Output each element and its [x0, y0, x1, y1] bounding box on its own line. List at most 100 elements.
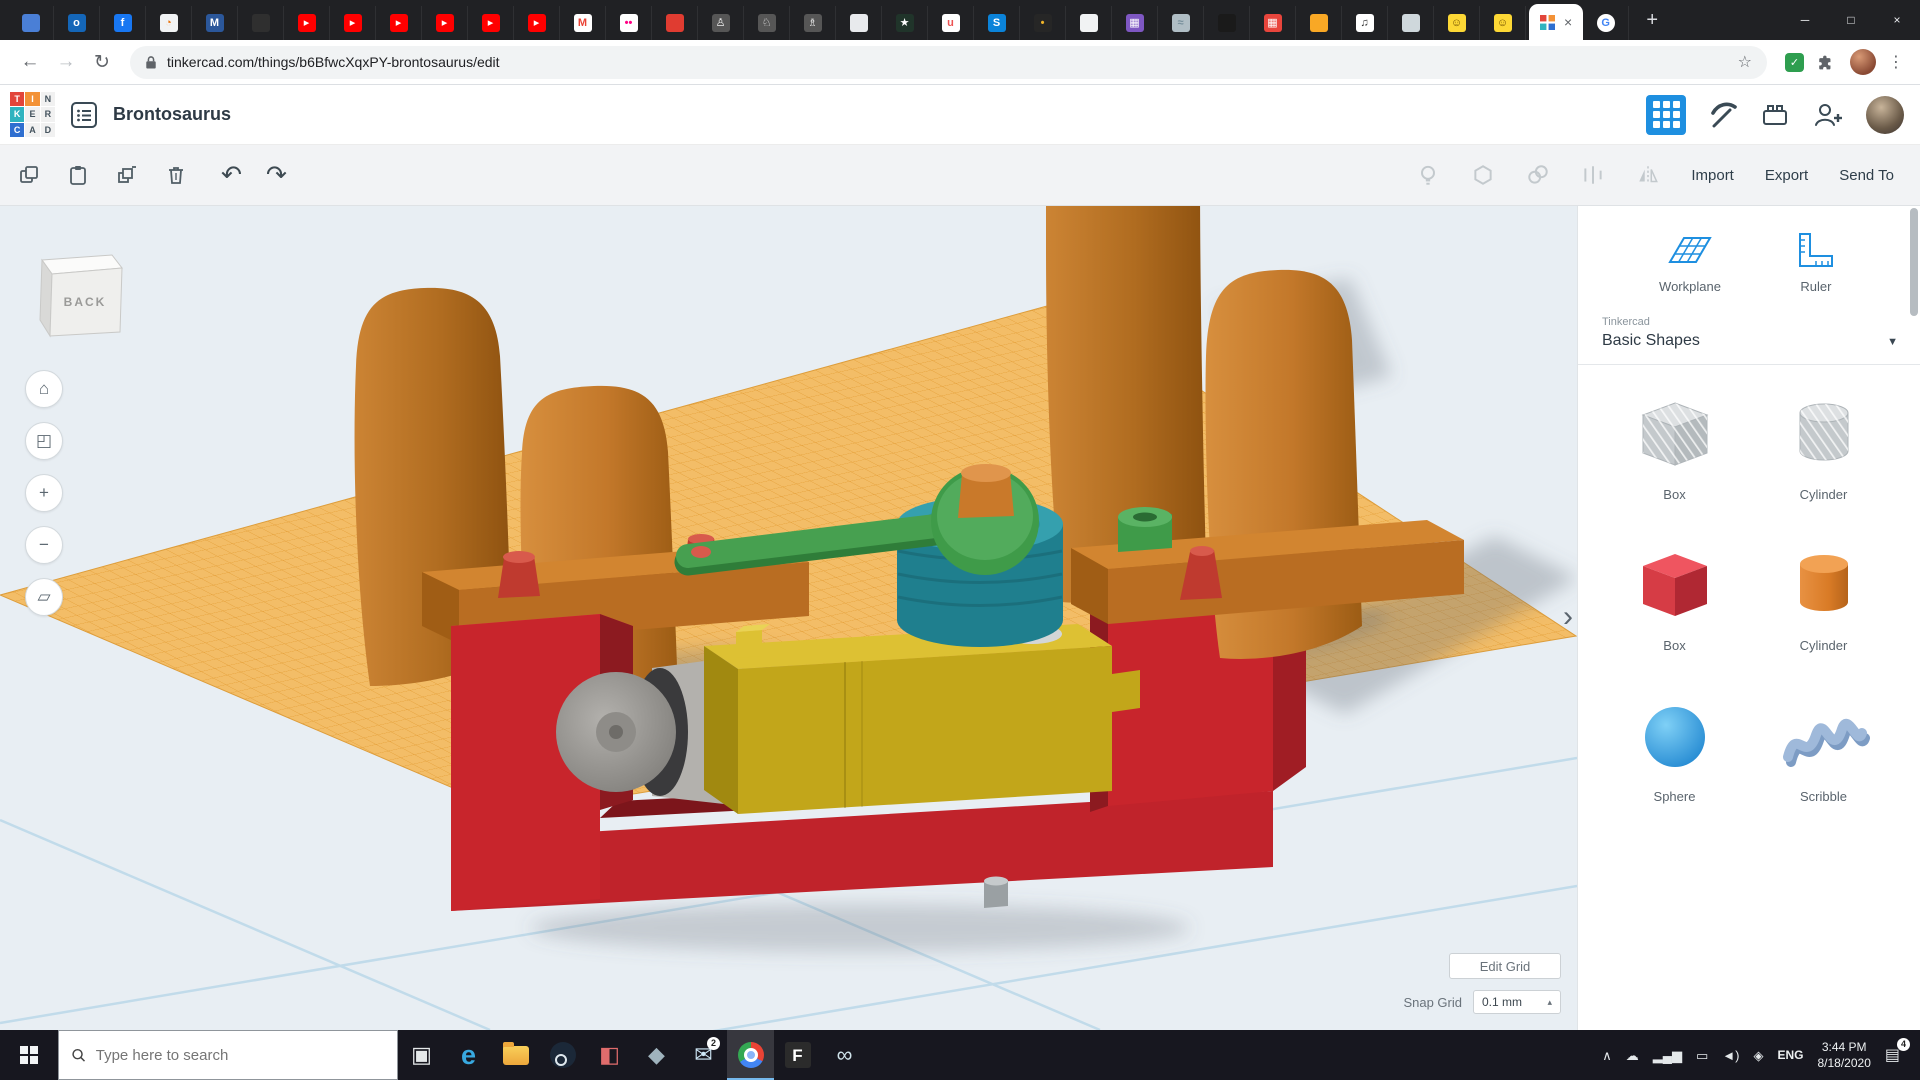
panel-scrollbar[interactable] [1910, 208, 1918, 316]
tray-chevron-icon[interactable]: ∧ [1602, 1049, 1612, 1062]
search-input[interactable] [96, 1047, 385, 1064]
adblock-extension-icon[interactable]: ✓ [1785, 53, 1804, 72]
shape-cylinder-solid[interactable]: Cylinder [1778, 544, 1870, 653]
align-icon[interactable] [1581, 163, 1605, 187]
send-to-button[interactable]: Send To [1839, 167, 1894, 184]
shape-box-hole[interactable]: Box [1629, 393, 1721, 502]
shape-sphere[interactable]: Sphere [1629, 695, 1721, 804]
edit-grid-button[interactable]: Edit Grid [1449, 953, 1561, 979]
fit-view-button[interactable]: ◰ [25, 422, 63, 460]
tab-pin-dot[interactable]: • [1020, 6, 1066, 40]
start-button[interactable] [0, 1030, 58, 1080]
minecraft-pickaxe-icon[interactable] [1708, 100, 1738, 130]
dashboard-grid-button[interactable] [1646, 95, 1686, 135]
tab-pin-dev[interactable] [1204, 6, 1250, 40]
ruler-tool[interactable]: Ruler [1793, 230, 1839, 294]
tab-pin-s[interactable]: S [974, 6, 1020, 40]
view-cube[interactable]: BACK [30, 248, 130, 349]
taskbar-infinity-icon[interactable]: ∞ [821, 1030, 868, 1080]
taskbar-task-view-button[interactable]: ▣ [398, 1030, 445, 1080]
tab-pin-youtube[interactable]: ▸ [330, 6, 376, 40]
design-title[interactable]: Brontosaurus [113, 104, 231, 125]
tinkercad-logo[interactable]: TINKERCAD [10, 92, 55, 137]
home-view-button[interactable]: ⌂ [25, 370, 63, 408]
workplane-tool[interactable]: Workplane [1659, 230, 1721, 294]
taskbar-chrome-icon[interactable] [727, 1030, 774, 1080]
back-button[interactable]: ← [14, 51, 46, 73]
design-menu-button[interactable] [69, 100, 99, 130]
browser-profile-avatar[interactable] [1850, 49, 1876, 75]
tray-color-icon[interactable]: ◈ [1753, 1049, 1763, 1062]
tab-pin-facebook[interactable]: f [100, 6, 146, 40]
user-avatar[interactable] [1866, 96, 1904, 134]
tab-pin-grid-red[interactable]: ▦ [1250, 6, 1296, 40]
tab-pin-app[interactable] [8, 6, 54, 40]
tab-pin-flickr[interactable]: •• [606, 6, 652, 40]
shape-cylinder-hole[interactable]: Cylinder [1778, 393, 1870, 502]
tab-pin-bee[interactable] [1296, 6, 1342, 40]
tray-volume-icon[interactable]: ◄) [1722, 1049, 1739, 1062]
language-indicator[interactable]: ENG [1777, 1048, 1803, 1062]
extensions-puzzle-icon[interactable] [1818, 53, 1836, 72]
tab-pin-udemy[interactable]: u [928, 6, 974, 40]
redo-button[interactable]: ↷ [266, 163, 287, 188]
tab-google[interactable]: G [1583, 6, 1629, 40]
bookmark-star-icon[interactable]: ☆ [1738, 52, 1752, 72]
model-servo-tab[interactable] [1112, 670, 1140, 712]
tab-pin-piano[interactable]: ♫ [1342, 6, 1388, 40]
ortho-view-button[interactable]: ▱ [25, 578, 63, 616]
shape-box-solid[interactable]: Box [1629, 544, 1721, 653]
tab-pin-gray[interactable] [1388, 6, 1434, 40]
tray-battery-icon[interactable]: ▭ [1696, 1049, 1708, 1062]
tray-onedrive-icon[interactable]: ☁ [1626, 1049, 1639, 1062]
paste-icon[interactable] [67, 164, 89, 186]
tab-pin-outlook[interactable]: o [54, 6, 100, 40]
taskbar-edge-icon[interactable]: e [445, 1030, 492, 1080]
tab-pin-clock[interactable]: ◔ [146, 6, 192, 40]
export-button[interactable]: Export [1765, 167, 1808, 184]
show-all-bulb-icon[interactable] [1416, 163, 1440, 187]
taskbar-store-icon[interactable]: ◧ [586, 1030, 633, 1080]
tab-pin-star[interactable]: ★ [882, 6, 928, 40]
shape-library-dropdown[interactable]: Tinkercad Basic Shapes ▼ [1578, 310, 1920, 365]
model-servo[interactable] [704, 624, 1112, 814]
tab-pin-light[interactable] [836, 6, 882, 40]
tab-pin-disc[interactable] [238, 6, 284, 40]
url-bar[interactable]: tinkercad.com/things/b6BfwcXqxPY-brontos… [130, 46, 1767, 79]
snap-grid-select[interactable]: 0.1 mm ▴ [1473, 990, 1561, 1014]
panel-collapse-chevron[interactable]: › [1563, 602, 1573, 632]
tab-pin-red[interactable] [652, 6, 698, 40]
tray-network-icon[interactable]: ▂▄▆ [1653, 1049, 1682, 1062]
taskbar-search-box[interactable] [58, 1030, 398, 1080]
taskbar-mail-icon[interactable]: ✉ 2 [680, 1030, 727, 1080]
undo-button[interactable]: ↶ [221, 163, 242, 188]
group-icon[interactable] [1526, 163, 1550, 187]
duplicate-icon[interactable] [116, 164, 138, 186]
tab-pin-gmail[interactable]: M [560, 6, 606, 40]
browser-menu-icon[interactable]: ⋮ [1886, 52, 1906, 72]
share-person-icon[interactable] [1812, 100, 1844, 130]
mirror-icon[interactable] [1636, 163, 1660, 187]
forward-button[interactable]: → [50, 51, 82, 73]
shape-scribble[interactable]: Scribble [1778, 695, 1870, 804]
brick-icon[interactable] [1760, 100, 1790, 130]
minimize-button[interactable]: ─ [1782, 0, 1828, 40]
tab-pin-youtube[interactable]: ▸ [284, 6, 330, 40]
delete-icon[interactable] [165, 164, 187, 186]
tab-pin-chess-bishop[interactable]: ♗ [790, 6, 836, 40]
import-button[interactable]: Import [1691, 167, 1734, 184]
taskbar-game-icon[interactable]: ◆ [633, 1030, 680, 1080]
tab-pin-chess-knight[interactable]: ♘ [744, 6, 790, 40]
taskbar-file-explorer-icon[interactable] [492, 1030, 539, 1080]
tab-pin-youtube[interactable]: ▸ [422, 6, 468, 40]
hole-shape-icon[interactable] [1471, 163, 1495, 187]
tab-pin-youtube[interactable]: ▸ [514, 6, 560, 40]
tab-pin-m[interactable]: M [192, 6, 238, 40]
tab-pin-lego-b[interactable]: ☺ [1480, 6, 1526, 40]
taskbar-clock[interactable]: 3:44 PM 8/18/2020 [1817, 1039, 1870, 1071]
tab-pin-white[interactable] [1066, 6, 1112, 40]
model-screw[interactable] [984, 877, 1008, 909]
reload-button[interactable]: ↻ [86, 51, 118, 74]
tab-pin-chess-pawn[interactable]: ♙ [698, 6, 744, 40]
tab-pin-lego-a[interactable]: ☺ [1434, 6, 1480, 40]
